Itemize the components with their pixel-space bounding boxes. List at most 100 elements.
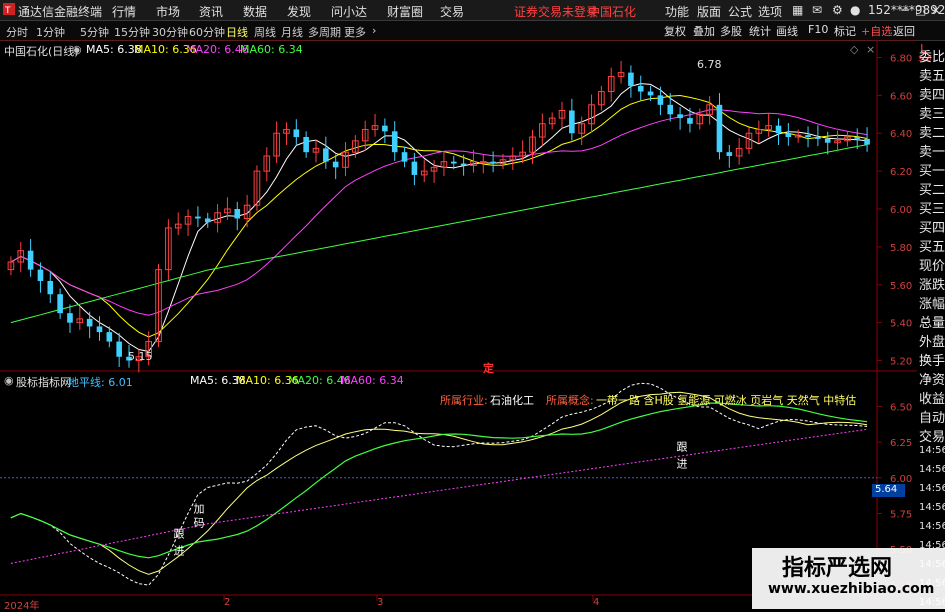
sub-circle-icon[interactable]: ◉	[4, 374, 14, 387]
watermark-title: 指标严选网	[782, 556, 893, 581]
candle-body	[47, 280, 54, 295]
side-panel-label[interactable]: 收益	[919, 388, 945, 407]
side-panel-label[interactable]: 买五	[919, 236, 945, 255]
side-panel-label[interactable]: 现价	[919, 255, 945, 274]
chevron-right-icon[interactable]: ›	[372, 24, 376, 37]
period-multi[interactable]: 多周期	[308, 24, 341, 40]
side-panel-label[interactable]: 净资	[919, 369, 945, 388]
ma-lines	[10, 83, 868, 352]
side-panel-label[interactable]: 买一	[919, 160, 945, 179]
maximize-button[interactable]: □	[915, 3, 926, 17]
grid-icon[interactable]: ▦	[792, 3, 803, 17]
kline-chart-area[interactable]: 6.80 6.60 6.40 6.20 6.00 5.80 5.60 5.40 5.20 6.50…	[0, 40, 917, 609]
side-panel-label[interactable]: 交易	[919, 426, 945, 445]
side-panel-label[interactable]: 卖四	[919, 84, 945, 103]
diamond-icon[interactable]: ◇	[850, 43, 858, 56]
minimize-button[interactable]: −	[900, 3, 910, 17]
candle-body	[805, 135, 811, 138]
side-panel-label[interactable]: 14:56	[919, 464, 945, 475]
concept-label: 所属概念:	[546, 394, 594, 407]
period-5min[interactable]: 5分钟	[80, 24, 109, 40]
chevron-down-icon[interactable]: ◉	[72, 43, 82, 56]
mail-icon[interactable]: ✉	[812, 3, 822, 17]
duogu-button[interactable]: 多股	[720, 23, 742, 39]
add-watchlist-button[interactable]: +自选	[861, 23, 892, 39]
back-button[interactable]: 返回	[893, 23, 915, 39]
candle-body	[775, 125, 782, 134]
sub-ma60-line	[10, 428, 868, 564]
candle-body	[234, 209, 241, 219]
period-15min[interactable]: 15分钟	[114, 24, 150, 40]
period-more[interactable]: 更多	[344, 24, 366, 40]
menu-item-shuju[interactable]: 数据	[243, 3, 267, 20]
candle-body	[323, 148, 329, 162]
side-panel-label[interactable]: 外盘	[919, 331, 945, 350]
side-panel-label[interactable]: 卖五	[919, 65, 945, 84]
menu-item-banmian[interactable]: 版面	[697, 3, 721, 20]
candle-body	[726, 152, 733, 156]
side-panel-label[interactable]: 卖一	[919, 141, 945, 160]
side-panel-label[interactable]: 涨跌	[919, 274, 945, 293]
app-title: 通达信金融终端	[18, 5, 103, 19]
close-button[interactable]: ×	[931, 3, 941, 17]
candle-body	[27, 250, 34, 270]
candle-body	[569, 110, 575, 134]
fuquan-button[interactable]: 复权	[664, 23, 686, 39]
time-tick-2024: 2024年	[4, 601, 40, 612]
side-panel-label[interactable]: 卖二	[919, 122, 945, 141]
side-panel-label[interactable]: 买三	[919, 198, 945, 217]
side-panel-label[interactable]: 14:56	[919, 502, 945, 513]
close-chart-icon[interactable]: ×	[866, 43, 875, 56]
high-price-annotation: 6.78	[697, 58, 722, 71]
side-panel-label[interactable]: 总量	[919, 312, 945, 331]
ding-marker: 定	[483, 362, 494, 375]
candle-body	[106, 332, 113, 342]
menu-item-caifuquan[interactable]: 财富圈	[387, 3, 423, 20]
jiama-annotation: 加码	[192, 503, 205, 531]
candle-body	[332, 161, 339, 168]
period-daily[interactable]: 日线	[226, 24, 248, 40]
period-fenshi[interactable]: 分时	[6, 24, 28, 40]
menu-item-xuanxiang[interactable]: 选项	[758, 3, 782, 20]
menu-item-jiaoyi[interactable]: 交易	[440, 3, 464, 20]
menu-item-wenxiaoda[interactable]: 问小达	[331, 3, 367, 20]
period-1min[interactable]: 1分钟	[36, 24, 65, 40]
side-panel-label[interactable]: 委比	[919, 46, 945, 65]
menu-item-zixun[interactable]: 资讯	[199, 3, 223, 20]
login-status-notice[interactable]: 证券交易未登录	[514, 3, 598, 20]
side-panel-label[interactable]: 买二	[919, 179, 945, 198]
f10-button[interactable]: F10	[808, 23, 828, 36]
side-panel-label[interactable]: 14:56	[919, 521, 945, 532]
side-panel-label[interactable]: 自动	[919, 407, 945, 426]
menu-item-hangqing[interactable]: 行情	[112, 3, 136, 20]
period-30min[interactable]: 30分钟	[152, 24, 188, 40]
side-panel-label[interactable]: 14:56	[919, 445, 945, 456]
svg-text:T: T	[4, 6, 11, 16]
period-weekly[interactable]: 周线	[254, 24, 276, 40]
side-panel-label[interactable]: 换手	[919, 350, 945, 369]
settings-icon[interactable]: ⚙	[832, 3, 843, 17]
user-avatar-icon[interactable]: ●	[850, 3, 860, 17]
menu-item-faxian[interactable]: 发现	[287, 3, 311, 20]
quote-side-panel: 委比 卖五 卖四 卖三 卖二 卖一 买一 买二 买三 买四 买五 现价 涨跌 涨幅 总量 外盘 换手 净资 收益 自动…	[917, 40, 945, 609]
diejia-button[interactable]: 叠加	[693, 23, 715, 39]
biaoji-button[interactable]: 标记	[834, 23, 856, 39]
menu-item-gongneng[interactable]: 功能	[665, 3, 689, 20]
huaxian-button[interactable]: 画线	[776, 23, 798, 39]
side-panel-label[interactable]: 卖三	[919, 103, 945, 122]
candle-body	[637, 85, 644, 92]
candle-body	[401, 152, 408, 162]
side-panel-label[interactable]: 14:56	[919, 483, 945, 494]
candle-body	[687, 118, 693, 124]
period-monthly[interactable]: 月线	[281, 24, 303, 40]
menu-item-shichang[interactable]: 市场	[156, 3, 180, 20]
industry-label: 所属行业:	[440, 394, 488, 407]
side-panel-label[interactable]: 涨幅	[919, 293, 945, 312]
concept-value: 一带一路 含H股 氢能源 可燃冰 页岩气 天然气 中特估	[596, 394, 857, 407]
side-panel-label[interactable]: 买四	[919, 217, 945, 236]
menu-item-gongshi[interactable]: 公式	[728, 3, 752, 20]
period-60min[interactable]: 60分钟	[189, 24, 225, 40]
main-y-label: 6.40	[890, 129, 912, 140]
low-price-annotation: 5.15	[128, 350, 153, 363]
tongji-button[interactable]: 统计	[749, 23, 771, 39]
